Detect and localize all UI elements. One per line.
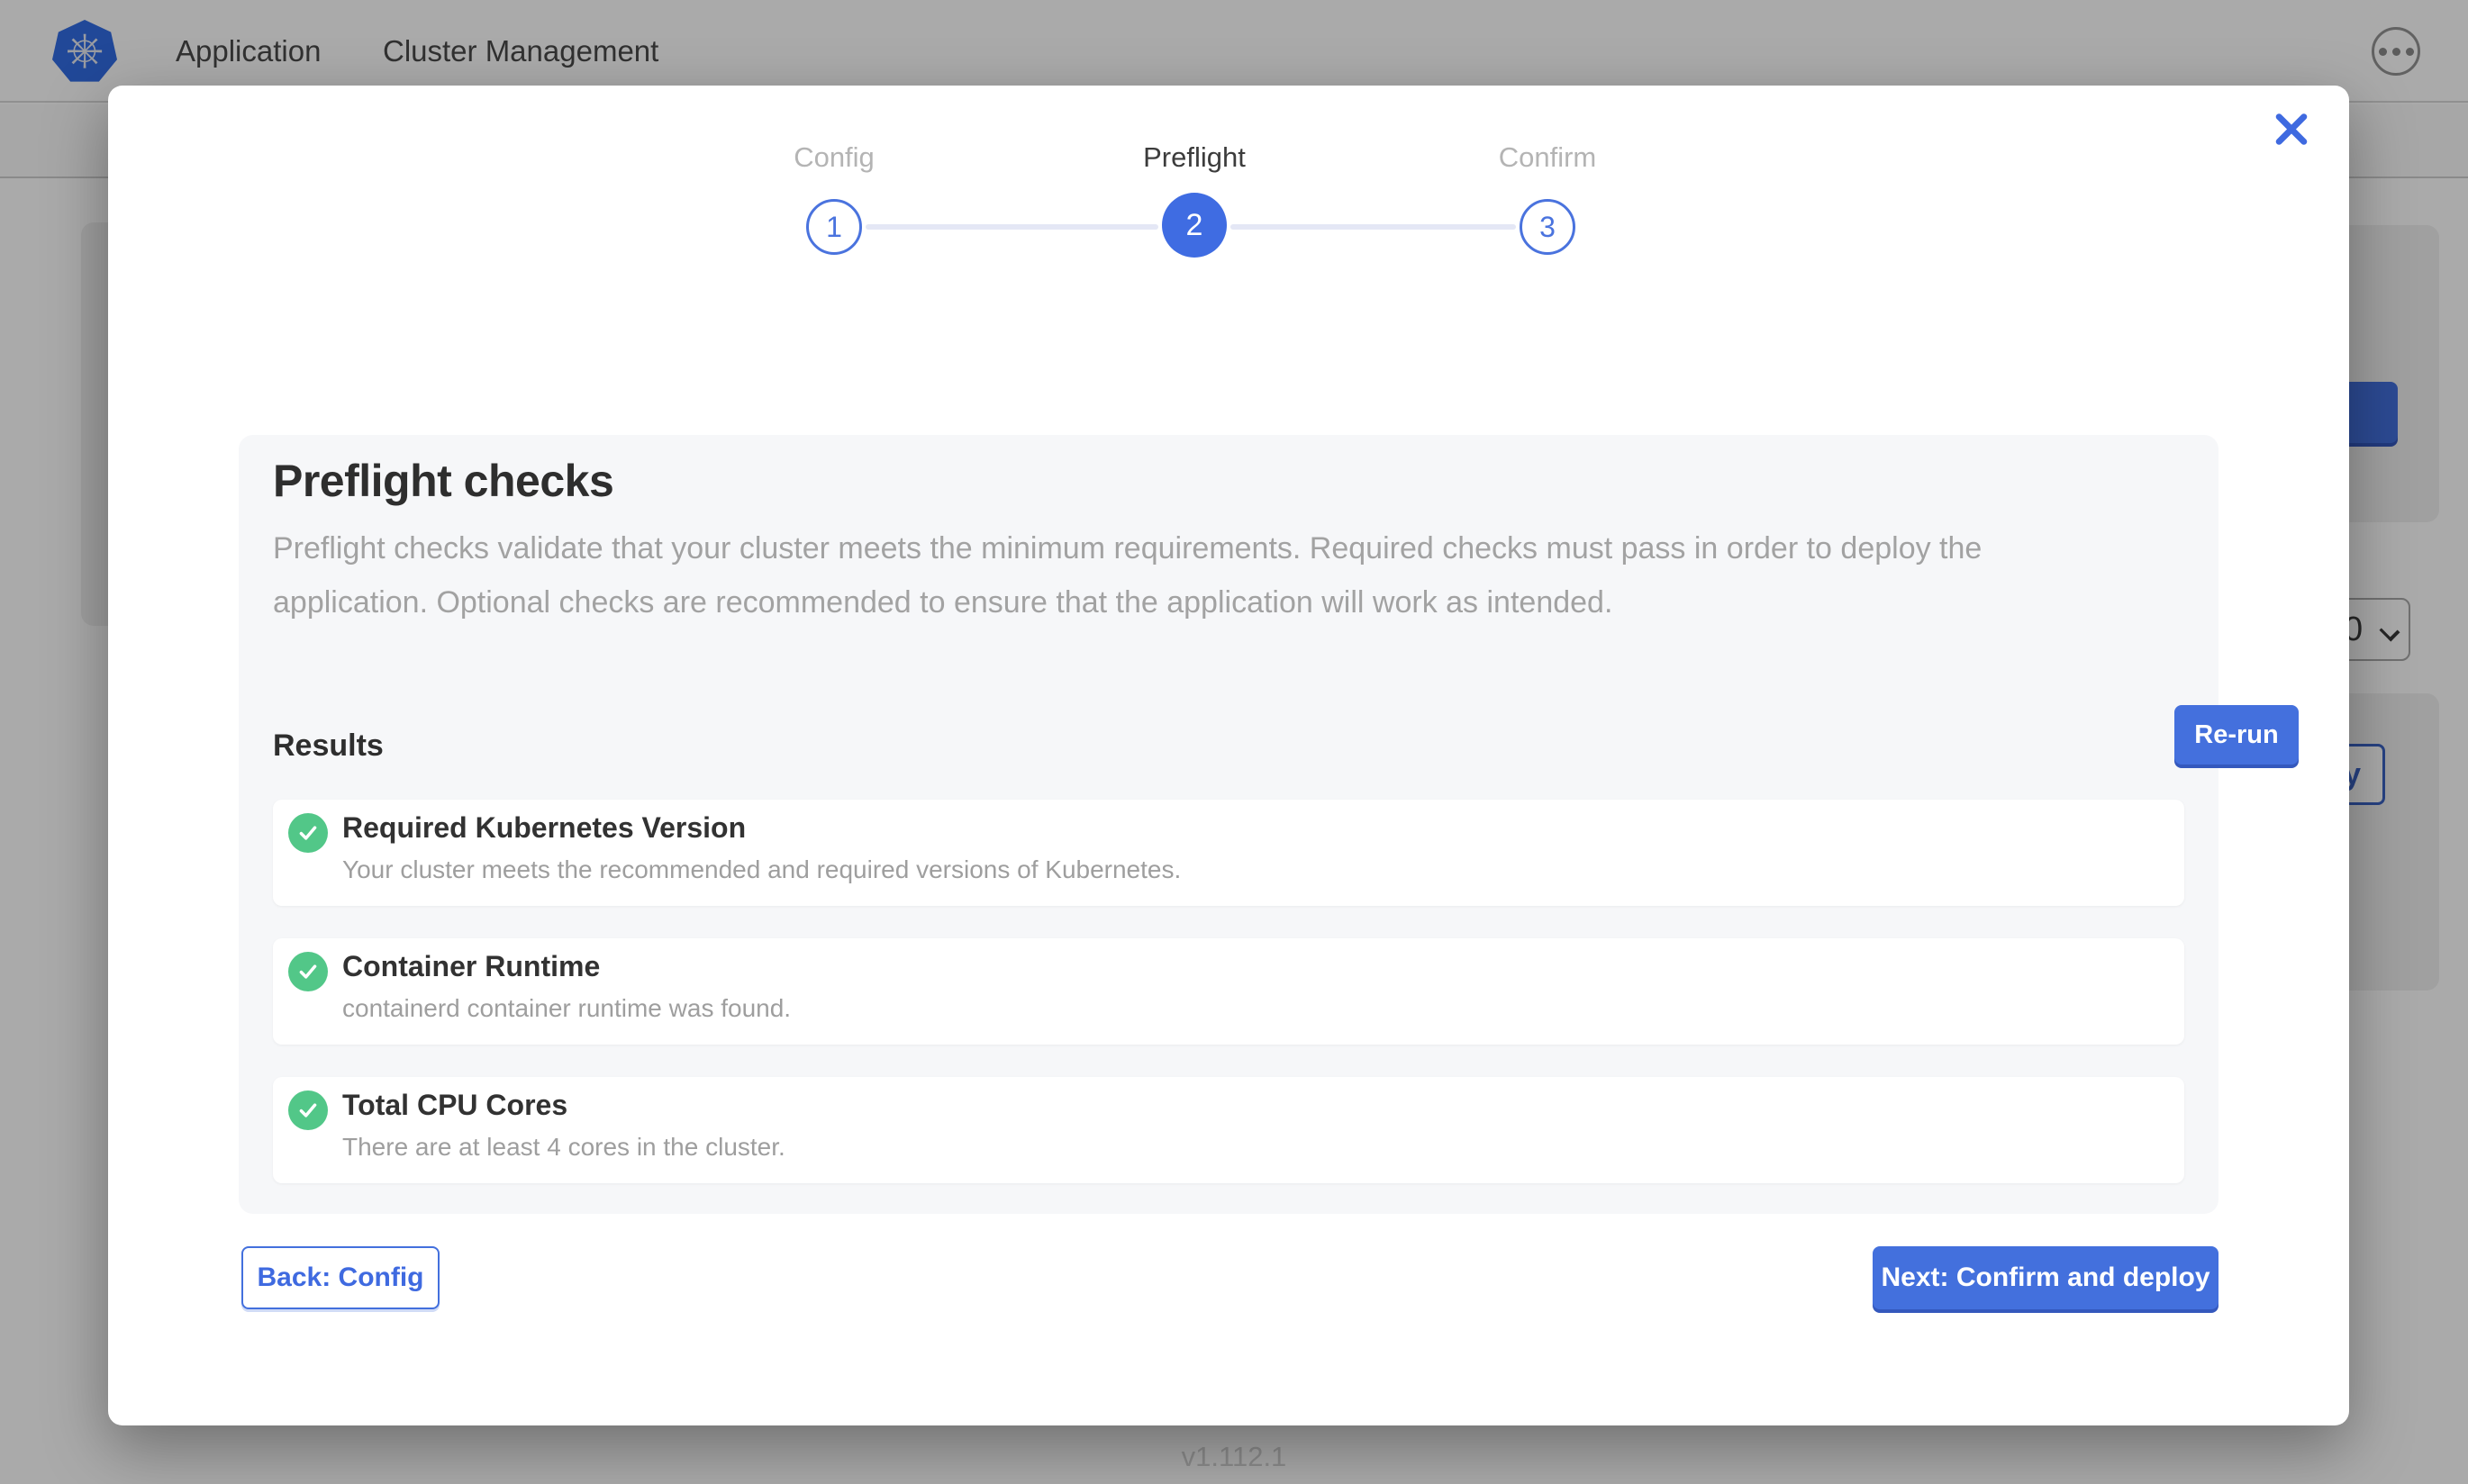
step-label-confirm: Confirm <box>1367 141 1728 174</box>
preflight-modal: Config Preflight Confirm 1 2 3 Preflight… <box>108 86 2349 1425</box>
page-title: Preflight checks <box>273 455 613 507</box>
back-config-button[interactable]: Back: Config <box>241 1246 440 1309</box>
step-circle-config[interactable]: 1 <box>806 199 862 255</box>
step-connector <box>866 224 1158 230</box>
check-message: containerd container runtime was found. <box>342 994 791 1023</box>
step-connector <box>1230 224 1516 230</box>
check-pass-icon <box>288 813 328 853</box>
check-pass-icon <box>288 1090 328 1130</box>
preflight-description: Preflight checks validate that your clus… <box>273 521 2139 629</box>
check-title: Container Runtime <box>342 950 600 983</box>
check-result-row: Required Kubernetes Version Your cluster… <box>273 800 2184 906</box>
rerun-button[interactable]: Re-run <box>2174 705 2299 765</box>
close-icon[interactable] <box>2268 105 2315 152</box>
check-message: Your cluster meets the recommended and r… <box>342 855 1181 884</box>
step-circle-confirm[interactable]: 3 <box>1520 199 1575 255</box>
check-title: Required Kubernetes Version <box>342 811 746 845</box>
check-result-row: Total CPU Cores There are at least 4 cor… <box>273 1077 2184 1183</box>
check-pass-icon <box>288 952 328 991</box>
app-root: ⎈ Application Cluster Management 0 y v1.… <box>0 0 2468 1484</box>
step-circle-preflight[interactable]: 2 <box>1162 193 1227 258</box>
preflight-panel: Preflight checks Preflight checks valida… <box>239 435 2218 1214</box>
check-message: There are at least 4 cores in the cluste… <box>342 1133 785 1162</box>
step-label-preflight: Preflight <box>1014 141 1375 174</box>
next-confirm-deploy-button[interactable]: Next: Confirm and deploy <box>1873 1246 2218 1309</box>
check-title: Total CPU Cores <box>342 1089 567 1122</box>
results-heading: Results <box>273 728 384 764</box>
step-label-config: Config <box>654 141 1014 174</box>
check-result-row: Container Runtime containerd container r… <box>273 938 2184 1045</box>
